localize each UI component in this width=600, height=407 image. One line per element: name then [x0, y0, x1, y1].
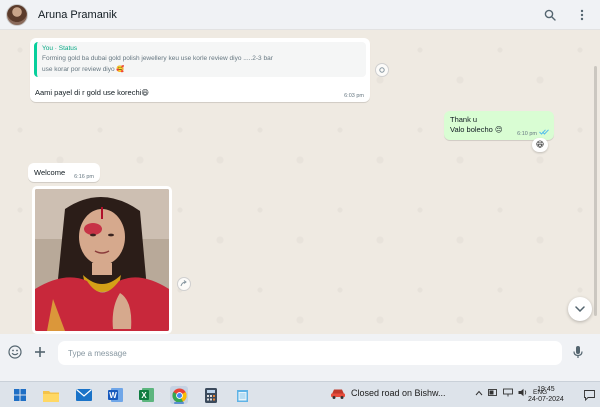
traffic-car-icon	[331, 389, 345, 399]
notification-icon[interactable]	[580, 386, 598, 404]
message-input[interactable]	[58, 341, 562, 365]
message-time: 6:10 pm	[517, 131, 537, 137]
news-text: Closed road on Bishw...	[351, 388, 446, 398]
quote-author: You · Status	[42, 45, 78, 52]
calculator-icon[interactable]	[202, 386, 220, 404]
quote-text-line2: use korar por review diyo 🥰	[42, 66, 125, 73]
news-widget[interactable]: Closed road on Bishw...	[330, 387, 446, 399]
message-text: Aami payel di r gold use korechi😄	[35, 88, 150, 97]
message-time: 6:03 pm	[344, 93, 364, 99]
word-icon[interactable]: W	[107, 386, 125, 404]
windows-start-icon[interactable]	[11, 386, 29, 404]
scroll-to-bottom-button[interactable]	[568, 297, 592, 321]
clock-date: 24-07-2024	[528, 396, 564, 403]
battery-icon[interactable]	[488, 388, 498, 397]
message-text-line1: Thank u	[450, 115, 478, 124]
plus-icon[interactable]	[31, 343, 49, 361]
volume-icon[interactable]	[518, 388, 528, 397]
mic-icon[interactable]	[569, 343, 587, 361]
message-bubble-incoming[interactable]: You · Status Forming gold ba dubai gold …	[30, 38, 370, 102]
file-explorer-icon[interactable]	[42, 386, 60, 404]
read-receipt-icon	[539, 128, 549, 137]
chrome-icon[interactable]	[170, 386, 188, 404]
message-image[interactable]	[32, 186, 172, 334]
avatar[interactable]	[6, 3, 28, 26]
forward-icon[interactable]	[375, 63, 389, 77]
svg-text:X: X	[141, 391, 147, 400]
quote-text-line1: Forming gold ba dubai gold polish jewell…	[42, 55, 273, 62]
mail-icon[interactable]	[75, 386, 93, 404]
message-bubble-outgoing[interactable]: Thank u Valo bolecho 😔 6:10 pm	[444, 111, 554, 140]
message-text: Welcome	[34, 168, 66, 177]
notepad-icon[interactable]	[234, 386, 252, 404]
windows-taskbar: W X Closed road on Bishw... ENG 19:45 24…	[0, 381, 600, 407]
message-reaction[interactable]: 😄	[532, 138, 548, 152]
message-time: 6:16 pm	[74, 174, 94, 180]
more-vertical-icon[interactable]	[574, 7, 590, 23]
chat-scrollbar[interactable]	[594, 66, 597, 316]
message-text-line2: Valo bolecho 😔	[450, 125, 503, 134]
search-icon[interactable]	[542, 7, 558, 23]
svg-text:W: W	[109, 391, 117, 400]
chevron-up-icon[interactable]	[475, 390, 483, 396]
photo-selfie	[35, 189, 169, 331]
chevron-down-icon	[575, 306, 585, 312]
clock-time: 19:45	[537, 386, 555, 393]
message-bubble-incoming[interactable]: Welcome 6:16 pm	[28, 163, 100, 182]
chat-header[interactable]: Aruna Pramanik	[0, 0, 600, 30]
network-icon[interactable]	[503, 388, 513, 397]
taskbar-clock[interactable]: 19:45 24-07-2024	[528, 385, 564, 405]
quoted-status[interactable]: You · Status Forming gold ba dubai gold …	[34, 42, 366, 77]
forward-icon[interactable]	[177, 277, 191, 291]
emoji-icon[interactable]	[6, 343, 24, 361]
excel-icon[interactable]: X	[138, 386, 156, 404]
contact-name[interactable]: Aruna Pramanik	[38, 9, 117, 21]
